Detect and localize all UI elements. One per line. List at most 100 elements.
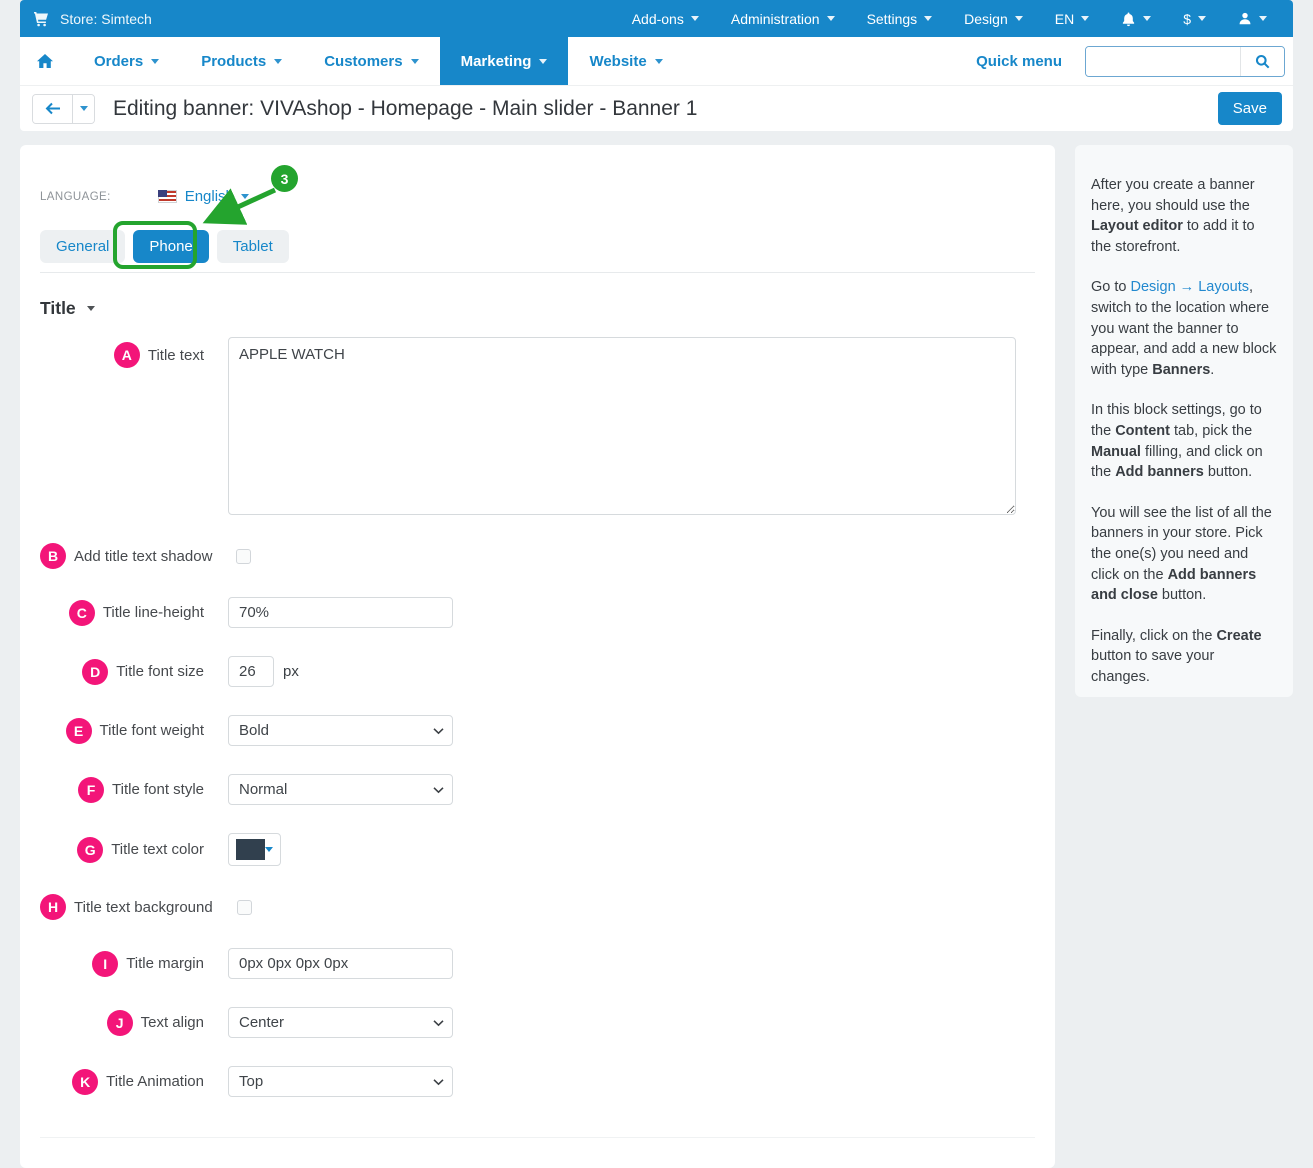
topbar-menu-administration[interactable]: Administration xyxy=(715,0,851,37)
bold-text: Layout editor xyxy=(1091,218,1183,235)
caret-down-icon xyxy=(240,194,249,199)
banner-edit-card: 3 LANGUAGE: English General Phone Tablet T… xyxy=(20,145,1055,1168)
bold-text: Manual xyxy=(1091,443,1141,460)
marker-C: C xyxy=(68,599,95,626)
home-icon[interactable] xyxy=(20,37,73,85)
add-title-text-shadow-checkbox[interactable] xyxy=(236,548,252,564)
divider xyxy=(40,1137,1035,1138)
tab-tablet[interactable]: Tablet xyxy=(216,230,289,263)
text-run: button to save your changes. xyxy=(1091,648,1215,685)
back-button[interactable] xyxy=(33,94,72,123)
field-label-title-font-size: Title font size xyxy=(116,663,204,680)
marker-G: G xyxy=(77,836,104,863)
content-area: 3 LANGUAGE: English General Phone Tablet T… xyxy=(20,145,1293,1168)
field-label-text-align: Text align xyxy=(140,1014,204,1031)
nav-item-marketing[interactable]: Marketing xyxy=(439,37,569,85)
design-layouts-link[interactable]: Design → Layouts xyxy=(1131,279,1249,295)
nav-item-label: Website xyxy=(589,52,647,70)
back-dropdown-button[interactable] xyxy=(72,94,94,123)
field-row-title-animation: K Title Animation Top xyxy=(40,1066,1035,1097)
marker-A: A xyxy=(113,342,140,368)
bold-text: Add banners xyxy=(1115,464,1204,481)
search-input[interactable] xyxy=(1086,46,1240,76)
text-run: . xyxy=(1210,361,1215,378)
topbar-menu-label: EN xyxy=(1054,10,1075,27)
device-tabs: General Phone Tablet xyxy=(20,205,1055,263)
search-button[interactable] xyxy=(1240,46,1284,76)
tab-general[interactable]: General xyxy=(40,230,126,263)
text-run: button. xyxy=(1157,587,1207,604)
title-line-height-input[interactable] xyxy=(228,597,453,628)
language-label: LANGUAGE: xyxy=(40,190,111,203)
field-row-title-font-weight: E Title font weight Bold xyxy=(40,715,1035,746)
marker-I: I xyxy=(92,950,119,977)
field-row-text-align: J Text align Center xyxy=(40,1007,1035,1038)
nav-item-customers[interactable]: Customers xyxy=(303,37,439,85)
text-run: Finally, click on the xyxy=(1091,627,1217,644)
nav-item-products[interactable]: Products xyxy=(180,37,303,85)
marker-J: J xyxy=(106,1009,133,1036)
topbar-menu-label: Settings xyxy=(866,10,918,27)
title-text-background-checkbox[interactable] xyxy=(236,899,252,915)
topbar-menu-user[interactable] xyxy=(1222,0,1283,37)
divider xyxy=(40,272,1035,273)
field-rows: A Title text B Add title text shadow C Title … xyxy=(20,337,1055,1097)
page-title: Editing banner: VIVAshop - Homepage - Ma… xyxy=(113,96,698,120)
quick-menu-link[interactable]: Quick menu xyxy=(976,53,1062,70)
text-run: Go to xyxy=(1091,279,1131,296)
nav-item-label: Orders xyxy=(94,52,144,70)
nav-bar: Orders Products Customers Marketing Website … xyxy=(20,37,1293,85)
title-font-style-select[interactable]: Normal xyxy=(228,774,453,805)
nav-item-orders[interactable]: Orders xyxy=(73,37,180,85)
field-label-title-text-background: Title text background xyxy=(74,898,213,916)
text-run: After you create a banner here, you shou… xyxy=(1091,177,1255,214)
tab-phone[interactable]: Phone xyxy=(133,230,209,263)
field-label-title-line-height: Title line-height xyxy=(102,604,204,621)
caret-down-icon xyxy=(924,16,933,21)
nav-item-label: Products xyxy=(201,52,267,70)
cart-icon xyxy=(33,11,49,27)
language-row: LANGUAGE: English xyxy=(20,145,1055,205)
marker-F: F xyxy=(78,776,105,803)
topbar-menu-bell[interactable] xyxy=(1105,0,1167,37)
section-title[interactable]: Title xyxy=(40,298,1055,319)
title-font-weight-select[interactable]: Bold xyxy=(228,715,453,746)
caret-down-icon xyxy=(1143,16,1152,21)
field-label-title-font-weight: Title font weight xyxy=(99,722,205,739)
field-label-title-animation: Title Animation xyxy=(106,1073,204,1090)
topbar-menu-en[interactable]: EN xyxy=(1039,0,1105,37)
topbar-menu-dollar[interactable]: $ xyxy=(1167,0,1222,37)
language-selector[interactable]: English xyxy=(185,188,249,205)
title-font-size-input[interactable] xyxy=(228,656,274,687)
search-icon xyxy=(1255,54,1270,69)
sidebar-card: After you create a banner here, you shou… xyxy=(1075,145,1293,697)
save-button[interactable]: Save xyxy=(1217,92,1282,125)
caret-down-icon xyxy=(86,306,95,311)
topbar-menu-design[interactable]: Design xyxy=(948,0,1039,37)
field-row-add-title-text-shadow: B Add title text shadow xyxy=(40,543,1035,569)
text-align-select[interactable]: Center xyxy=(228,1007,453,1038)
marker-D: D xyxy=(82,658,109,685)
marker-E: E xyxy=(65,717,92,744)
caret-down-icon xyxy=(274,58,283,64)
topbar-menu-add-ons[interactable]: Add-ons xyxy=(616,0,715,37)
title-animation-select[interactable]: Top xyxy=(228,1066,453,1097)
title-margin-input[interactable] xyxy=(228,948,453,979)
caret-down-icon xyxy=(1081,16,1090,21)
title-text-input[interactable] xyxy=(228,337,1016,515)
user-icon xyxy=(1238,11,1252,26)
dollar-icon: $ xyxy=(1183,10,1191,27)
topbar-menus: Add-ons Administration Settings Design EN $ xyxy=(616,0,1283,37)
search-box xyxy=(1085,45,1285,77)
bell-icon xyxy=(1121,11,1136,27)
nav-items: Orders Products Customers Marketing Website xyxy=(73,37,684,85)
caret-down-icon xyxy=(1198,16,1206,21)
bold-text: Banners xyxy=(1152,361,1211,378)
topbar-menu-label: Add-ons xyxy=(631,10,684,27)
topbar-menu-settings[interactable]: Settings xyxy=(851,0,949,37)
nav-item-website[interactable]: Website xyxy=(568,37,683,85)
title-bar: Editing banner: VIVAshop - Homepage - Ma… xyxy=(20,85,1293,131)
title-text-color-picker[interactable] xyxy=(228,833,281,866)
store-selector[interactable]: Store: Simtech xyxy=(33,11,152,27)
field-row-title-text-color: G Title text color xyxy=(40,833,1035,866)
